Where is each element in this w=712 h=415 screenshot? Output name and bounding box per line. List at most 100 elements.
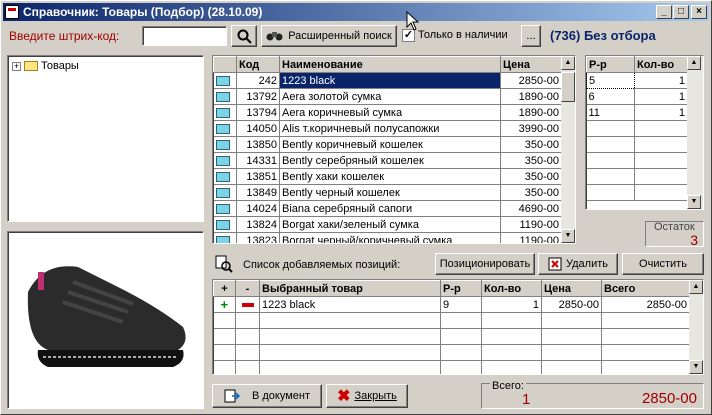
- scroll-down-icon[interactable]: ▼: [561, 229, 575, 243]
- table-row[interactable]: 13850 Bently коричневый кошелек 350-00: [213, 136, 562, 153]
- row-folder-cell: [213, 88, 237, 105]
- minus-icon[interactable]: [241, 302, 254, 307]
- sizes-table[interactable]: Р-р Кол-во 5 1 6 1 11 1 ▲ ▼: [585, 55, 704, 210]
- delete-button[interactable]: Удалить: [538, 253, 618, 275]
- table-row[interactable]: 13849 Bently черный кошелек 350-00: [213, 184, 562, 201]
- price-cell: 4690-00: [500, 200, 562, 217]
- empty-cell: [601, 312, 690, 329]
- table-row[interactable]: 11 1: [586, 104, 688, 121]
- empty-cell: [440, 360, 482, 374]
- item-folder-icon: [215, 219, 230, 230]
- total-box: Всего: 1 2850-00: [481, 380, 704, 409]
- col-code[interactable]: Код: [236, 56, 280, 73]
- name-cell: Bently черный кошелек: [279, 184, 501, 201]
- empty-cell: [586, 120, 635, 137]
- col-plus[interactable]: +: [213, 280, 236, 297]
- code-cell: 13823: [236, 232, 280, 243]
- col-selected-item[interactable]: Выбранный товар: [259, 280, 441, 297]
- table-row[interactable]: [586, 184, 688, 201]
- sizes-scrollbar[interactable]: ▲ ▼: [687, 56, 703, 209]
- table-row[interactable]: 13823 Borgat черный/коричневый сумка 1190-…: [213, 232, 562, 243]
- table-row[interactable]: [213, 328, 690, 345]
- table-row[interactable]: 14024 Biana серебряный сапоги 4690-00: [213, 200, 562, 217]
- table-row[interactable]: [213, 312, 690, 329]
- minimize-button[interactable]: _: [656, 5, 672, 19]
- empty-cell: [601, 344, 690, 361]
- scroll-down-icon[interactable]: ▼: [687, 195, 701, 209]
- ellipsis-button[interactable]: ...: [521, 25, 541, 47]
- col-qty[interactable]: Кол-во: [481, 280, 542, 297]
- table-row[interactable]: 13851 Bently хаки кошелек 350-00: [213, 168, 562, 185]
- table-row[interactable]: +1223 black 9 1 2850-00 2850-00: [213, 296, 690, 313]
- added-table[interactable]: + - Выбранный товар Р-р Кол-во Цена Всег…: [212, 279, 704, 375]
- col-size[interactable]: Р-р: [440, 280, 482, 297]
- barcode-input[interactable]: [142, 26, 227, 46]
- category-tree[interactable]: + Товары: [7, 55, 204, 222]
- find-button[interactable]: [231, 25, 257, 47]
- products-table[interactable]: Код Наименование Цена 242 1223 black 2850-00…: [212, 55, 576, 244]
- list-magnifier-icon: [215, 255, 233, 273]
- scroll-thumb[interactable]: [561, 72, 575, 102]
- table-row[interactable]: 61: [586, 88, 688, 105]
- col-minus[interactable]: -: [235, 280, 260, 297]
- table-row[interactable]: 13824 Borgat хаки/зеленый сумка 1190-00: [213, 216, 562, 233]
- position-button[interactable]: Позиционировать: [435, 253, 535, 275]
- table-row[interactable]: [213, 344, 690, 361]
- scroll-up-icon[interactable]: ▲: [689, 280, 703, 294]
- scroll-up-icon[interactable]: ▲: [561, 56, 575, 70]
- name-cell: Aera золотой сумка: [279, 88, 501, 105]
- added-scrollbar[interactable]: ▲ ▼: [689, 280, 703, 374]
- tree-item-goods[interactable]: + Товары: [12, 60, 79, 72]
- table-row[interactable]: [586, 136, 688, 153]
- empty-cell: [586, 184, 635, 201]
- empty-cell: [634, 136, 688, 153]
- maximize-button[interactable]: □: [673, 5, 689, 19]
- empty-cell: [259, 344, 441, 361]
- col-price[interactable]: Цена: [500, 56, 562, 73]
- extended-search-button[interactable]: Расширенный поиск: [261, 25, 397, 47]
- item-folder-icon: [215, 155, 230, 166]
- scroll-down-icon[interactable]: ▼: [689, 360, 703, 374]
- table-row[interactable]: 51: [586, 72, 688, 89]
- magnifier-gear-icon: [237, 29, 252, 44]
- products-scrollbar[interactable]: ▲ ▼: [561, 56, 575, 243]
- empty-cell: [586, 168, 635, 185]
- remove-cell[interactable]: [235, 296, 260, 313]
- table-row[interactable]: [586, 168, 688, 185]
- table-row[interactable]: 13794 Aera коричневый сумка 1890-00: [213, 104, 562, 121]
- table-row[interactable]: [213, 360, 690, 374]
- table-row[interactable]: [586, 120, 688, 137]
- price-cell: 350-00: [500, 168, 562, 185]
- col-size[interactable]: Р-р: [586, 56, 635, 73]
- qty-cell: 1: [634, 72, 688, 89]
- expand-icon[interactable]: +: [12, 61, 21, 71]
- table-row[interactable]: 242 1223 black 2850-00: [213, 72, 562, 89]
- close-button[interactable]: ✖ Закрыть: [326, 384, 408, 408]
- row-folder-cell: [213, 216, 237, 233]
- table-row[interactable]: 14050 Alis т.коричневый полусапожки 3990-0…: [213, 120, 562, 137]
- name-cell: Biana серебряный сапоги: [279, 200, 501, 217]
- empty-cell: [235, 344, 260, 361]
- col-price[interactable]: Цена: [541, 280, 602, 297]
- table-row[interactable]: [586, 152, 688, 169]
- close-window-button[interactable]: ×: [691, 5, 707, 19]
- size-cell: 5: [586, 72, 635, 89]
- mouse-cursor-icon: [406, 11, 420, 31]
- col-qty[interactable]: Кол-во: [634, 56, 688, 73]
- scroll-up-icon[interactable]: ▲: [687, 56, 701, 70]
- empty-cell: [541, 344, 602, 361]
- folder-icon: [24, 61, 38, 71]
- add-cell[interactable]: +: [213, 296, 236, 313]
- plus-icon[interactable]: +: [220, 297, 228, 312]
- size-cell: 11: [586, 104, 635, 121]
- table-row[interactable]: 13792 Aera золотой сумка 1890-00: [213, 88, 562, 105]
- name-cell: Aera коричневый сумка: [279, 104, 501, 121]
- empty-cell: [541, 360, 602, 374]
- to-document-label: В документ: [251, 390, 311, 402]
- title-bar: Справочник: Товары (Подбор) (28.10.09) _…: [3, 3, 709, 21]
- col-name[interactable]: Наименование: [279, 56, 501, 73]
- clear-button[interactable]: Очистить: [622, 253, 704, 275]
- table-row[interactable]: 14331 Bently серебряный кошелек 350-00: [213, 152, 562, 169]
- col-total[interactable]: Всего: [601, 280, 690, 297]
- to-document-button[interactable]: В документ: [212, 384, 322, 408]
